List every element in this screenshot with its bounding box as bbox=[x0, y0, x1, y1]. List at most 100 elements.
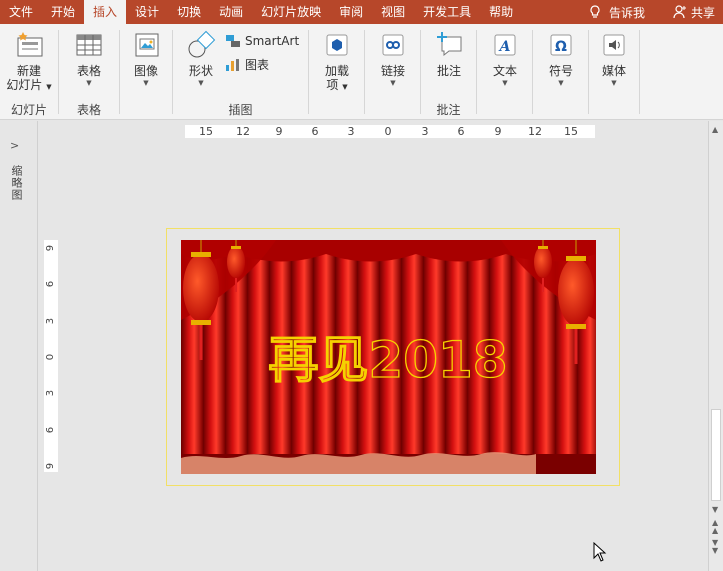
addins-icon bbox=[322, 30, 352, 60]
media-button[interactable]: 媒体 ▼ bbox=[592, 30, 636, 88]
vertical-scrollbar[interactable]: ▲ ▼ ▲ ▲ ▼ ▼ bbox=[708, 121, 723, 571]
share-button[interactable]: 共享 bbox=[655, 4, 723, 21]
smartart-icon bbox=[226, 35, 240, 47]
ruler-tick-label: 6 bbox=[311, 125, 319, 138]
chevron-down-icon: ▼ bbox=[390, 79, 396, 87]
smartart-button[interactable]: SmartArt bbox=[225, 34, 299, 48]
tab-insert[interactable]: 插入 bbox=[84, 0, 127, 24]
smartart-label: SmartArt bbox=[245, 34, 300, 48]
group-illustrations: 形状 ▼ SmartArt 图表 插图 bbox=[173, 24, 308, 120]
comment-icon bbox=[434, 30, 464, 60]
symbols-button[interactable]: Ω 符号 ▼ bbox=[539, 30, 583, 88]
group-label-comments: 批注 bbox=[436, 103, 461, 117]
tab-slideshow[interactable]: 幻灯片放映 bbox=[252, 0, 330, 24]
scroll-down-icon[interactable]: ▼ bbox=[712, 506, 718, 514]
table-button[interactable]: 表格 ▼ bbox=[67, 30, 111, 88]
chevron-down-icon: ▼ bbox=[143, 79, 149, 87]
addins-button[interactable]: 加载 项 ▼ bbox=[315, 30, 359, 94]
ruler-tick-label: 6 bbox=[45, 280, 56, 288]
group-links: 链接 ▼ bbox=[365, 24, 420, 120]
group-addins: 加载 项 ▼ bbox=[309, 24, 364, 120]
slide-canvas[interactable]: 再见2018 bbox=[181, 240, 596, 474]
chart-button[interactable]: 图表 bbox=[225, 56, 269, 73]
omega-icon: Ω bbox=[546, 30, 576, 60]
person-add-icon bbox=[673, 5, 686, 19]
tab-file[interactable]: 文件 bbox=[0, 0, 42, 24]
tab-developer[interactable]: 开发工具 bbox=[414, 0, 480, 24]
previous-slide-icon[interactable]: ▲ ▲ bbox=[712, 519, 718, 535]
group-tables: 表格 ▼ 表格 bbox=[59, 24, 119, 120]
links-label: 链接 bbox=[380, 64, 405, 78]
tell-me-label: 告诉我 bbox=[608, 5, 645, 20]
ruler-tick-label: 9 bbox=[45, 244, 56, 252]
shapes-button[interactable]: 形状 ▼ bbox=[179, 30, 223, 88]
horizontal-ruler: 15 12 9 6 3 0 3 6 9 12 15 bbox=[185, 125, 595, 138]
curtain-stage-image: 再见2018 bbox=[181, 240, 596, 474]
chevron-down-icon: ▼ bbox=[502, 79, 508, 87]
ruler-tick-label: 12 bbox=[236, 125, 250, 138]
group-comments: 批注 批注 bbox=[421, 24, 476, 120]
lightbulb-icon bbox=[590, 5, 600, 18]
group-images: 图像 ▼ bbox=[120, 24, 172, 120]
text-button[interactable]: A 文本 ▼ bbox=[483, 30, 527, 88]
slide-title-text[interactable]: 再见2018 bbox=[268, 330, 508, 389]
chevron-down-icon: ▼ bbox=[558, 79, 564, 87]
tab-help[interactable]: 帮助 bbox=[480, 0, 522, 24]
addins-label-2: 项 ▼ bbox=[326, 78, 348, 92]
tab-transitions[interactable]: 切换 bbox=[168, 0, 210, 24]
tab-design[interactable]: 设计 bbox=[126, 0, 168, 24]
vertical-ruler: 9 6 3 0 3 6 9 bbox=[44, 240, 58, 472]
powerpoint-window: 文件 开始 插入 设计 切换 动画 幻灯片放映 审阅 视图 开发工具 帮助 告诉… bbox=[0, 0, 723, 571]
bar-chart-icon bbox=[226, 58, 239, 71]
group-label-slides: 幻灯片 bbox=[10, 103, 47, 117]
mouse-cursor-icon bbox=[593, 542, 607, 562]
links-button[interactable]: 链接 ▼ bbox=[371, 30, 415, 88]
ribbon-tab-bar: 文件 开始 插入 设计 切换 动画 幻灯片放映 审阅 视图 开发工具 帮助 告诉… bbox=[0, 0, 723, 24]
ruler-tick-label: 6 bbox=[457, 125, 465, 138]
ruler-tick-label: 3 bbox=[421, 125, 429, 138]
ruler-tick-label: 3 bbox=[347, 125, 355, 138]
ruler-tick-label: 12 bbox=[528, 125, 542, 138]
chevron-down-icon: ▼ bbox=[86, 79, 92, 87]
svg-text:A: A bbox=[498, 39, 511, 55]
new-slide-label-1: 新建 bbox=[16, 64, 41, 78]
group-text: A 文本 ▼ bbox=[477, 24, 532, 120]
expand-pane-icon[interactable]: > bbox=[10, 139, 19, 152]
text-label: 文本 bbox=[492, 64, 517, 78]
ruler-tick-label: 0 bbox=[45, 353, 56, 361]
comment-button[interactable]: 批注 bbox=[427, 30, 471, 78]
scroll-up-icon[interactable]: ▲ bbox=[712, 125, 718, 134]
new-slide-label-2: 幻灯片 ▼ bbox=[6, 78, 52, 92]
images-button[interactable]: 图像 ▼ bbox=[126, 30, 166, 88]
speaker-icon bbox=[599, 30, 629, 60]
group-label-illustrations: 插图 bbox=[228, 103, 253, 117]
svg-text:Ω: Ω bbox=[555, 39, 567, 55]
chevron-down-icon: ▼ bbox=[611, 79, 617, 87]
ribbon-separator bbox=[639, 30, 640, 114]
table-icon bbox=[74, 30, 104, 60]
addins-label-1: 加载 bbox=[324, 64, 349, 78]
next-slide-icon[interactable]: ▼ ▼ bbox=[712, 539, 718, 555]
tab-review[interactable]: 审阅 bbox=[330, 0, 372, 24]
group-media: 媒体 ▼ bbox=[589, 24, 639, 120]
scrollbar-thumb[interactable] bbox=[711, 409, 721, 501]
picture-icon bbox=[131, 30, 161, 60]
ruler-tick-label: 6 bbox=[45, 426, 56, 434]
ruler-tick-label: 0 bbox=[384, 125, 392, 138]
comment-label: 批注 bbox=[436, 64, 461, 78]
tab-home[interactable]: 开始 bbox=[42, 0, 84, 24]
new-slide-icon bbox=[14, 30, 44, 60]
tab-animations[interactable]: 动画 bbox=[210, 0, 252, 24]
tell-me-box[interactable]: 告诉我 bbox=[579, 4, 655, 21]
images-label: 图像 bbox=[133, 64, 158, 78]
thumbnail-pane: > 缩略图 bbox=[0, 121, 38, 571]
text-icon: A bbox=[490, 30, 520, 60]
ruler-tick-label: 3 bbox=[45, 389, 56, 397]
ribbon-insert: 新建 幻灯片 ▼ 幻灯片 表格 ▼ 表格 图像 ▼ 形状 ▼ SmartArt … bbox=[0, 24, 723, 120]
tab-view[interactable]: 视图 bbox=[372, 0, 414, 24]
thumbnail-pane-label[interactable]: 缩略图 bbox=[8, 165, 24, 201]
ruler-tick-label: 3 bbox=[45, 317, 56, 325]
table-label: 表格 bbox=[76, 64, 101, 78]
new-slide-button[interactable]: 新建 幻灯片 ▼ bbox=[4, 30, 54, 94]
group-symbols: Ω 符号 ▼ bbox=[533, 24, 588, 120]
